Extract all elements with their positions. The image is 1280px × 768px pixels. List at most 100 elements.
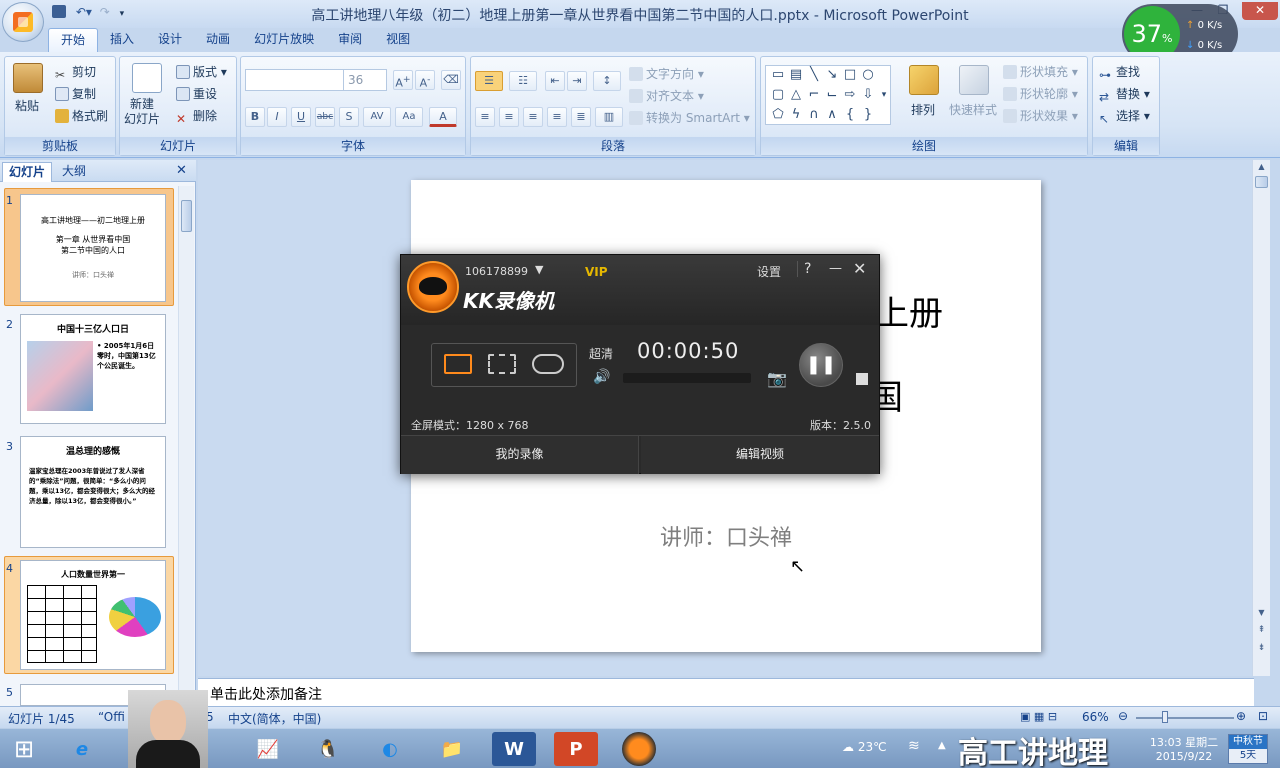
char-spacing-button[interactable]: AV — [363, 107, 391, 127]
slide-thumbnail-4[interactable]: 人口数量世界第一 — [20, 560, 166, 670]
kk-recorder-taskbar-icon[interactable] — [622, 732, 656, 766]
down-arrow-shape-icon[interactable]: ⇩ — [860, 88, 876, 102]
tab-view[interactable]: 视图 — [374, 28, 422, 52]
pentagon-shape-icon[interactable]: ⬠ — [770, 108, 786, 122]
tab-home[interactable]: 开始 — [48, 28, 99, 52]
align-text-button[interactable]: 对齐文本 ▾ — [629, 87, 704, 104]
office-button[interactable] — [2, 2, 44, 42]
oval-shape-icon[interactable]: ○ — [860, 68, 876, 82]
text-direction-button[interactable]: 文字方向 ▾ — [629, 65, 704, 82]
italic-button[interactable]: I — [267, 107, 287, 127]
align-left-button[interactable]: ≡ — [475, 107, 495, 127]
elbow-arrow-icon[interactable]: ⌙ — [824, 88, 840, 102]
textbox-shape-icon[interactable]: ▭ — [770, 68, 786, 82]
shape-effects-button[interactable]: 形状效果 ▾ — [1003, 107, 1078, 124]
replace-button[interactable]: ⇄ 替换 ▾ — [1099, 85, 1150, 104]
font-name-box[interactable] — [245, 69, 345, 91]
paste-button[interactable]: 粘贴 — [15, 97, 39, 114]
start-windows-icon[interactable]: ⊞ — [10, 736, 38, 762]
shapes-gallery[interactable]: ▭ ▤ ╲ ↘ □ ○ ▢ △ ⌐ ⌙ ⇨ ⇩ ⬠ ϟ ∩ ∧ { } ▾ — [765, 65, 891, 125]
calendar-badge[interactable]: 中秋节 5天 — [1228, 734, 1268, 764]
kk-settings-button[interactable]: 设置 — [757, 263, 781, 280]
kk-volume-bar[interactable] — [623, 373, 751, 383]
distribute-button[interactable]: ≣ — [571, 107, 591, 127]
strikethrough-button[interactable]: abc — [315, 107, 335, 127]
select-button[interactable]: ↖ 选择 ▾ — [1099, 107, 1150, 126]
rectangle-shape-icon[interactable]: □ — [842, 68, 858, 82]
numbering-button[interactable]: ☷ — [509, 71, 537, 91]
convert-smartart-button[interactable]: 转换为 SmartArt ▾ — [629, 109, 750, 126]
word-icon[interactable]: W — [492, 732, 536, 766]
notes-pane[interactable]: 单击此处添加备注 — [198, 678, 1254, 706]
zoom-slider-track[interactable] — [1136, 717, 1234, 719]
zoom-slider-handle[interactable] — [1162, 711, 1168, 723]
new-slide-button[interactable]: 新建 幻灯片 — [124, 97, 160, 127]
shrink-font-button[interactable]: A- — [415, 70, 435, 90]
zoom-out-icon[interactable]: ⊖ — [1118, 709, 1128, 723]
font-size-box[interactable]: 36 — [343, 69, 387, 91]
kk-help-button[interactable]: ? — [797, 261, 811, 277]
increase-indent-button[interactable]: ⇥ — [567, 71, 587, 91]
performance-monitor-icon[interactable]: 📈 — [246, 732, 290, 766]
tab-outline-pane[interactable]: 大纲 — [56, 162, 92, 182]
columns-button[interactable]: ▥ — [595, 107, 623, 127]
kk-pause-button[interactable]: ❚❚ — [799, 343, 843, 387]
vertical-textbox-shape-icon[interactable]: ▤ — [788, 68, 804, 82]
grow-font-button[interactable]: A+ — [393, 70, 413, 90]
language-indicator[interactable]: 中文(简体，中国) — [228, 710, 321, 727]
browser-icon[interactable]: ◐ — [368, 732, 412, 766]
tab-review[interactable]: 审阅 — [326, 28, 374, 52]
normal-view-icon[interactable]: ▣ — [1020, 710, 1030, 723]
underline-button[interactable]: U — [291, 107, 311, 127]
lightning-shape-icon[interactable]: ϟ — [788, 108, 804, 122]
line-spacing-button[interactable]: ↕ — [593, 71, 621, 91]
kk-account-dropdown-icon[interactable]: ▼ — [535, 263, 543, 276]
game-mode-icon[interactable] — [532, 354, 564, 374]
show-hidden-icons[interactable]: ▲ — [938, 740, 946, 751]
ie-icon[interactable]: e — [60, 732, 104, 766]
fit-slide-icon[interactable]: ⊡ — [1258, 709, 1268, 723]
scroll-up-icon[interactable]: ▲ — [1254, 162, 1269, 174]
tab-slides-pane[interactable]: 幻灯片 — [2, 162, 53, 182]
shadow-button[interactable]: S — [339, 107, 359, 127]
fullscreen-mode-icon[interactable] — [444, 354, 472, 374]
bullets-button[interactable]: ☰ — [475, 71, 503, 91]
line-shape-icon[interactable]: ╲ — [806, 68, 822, 82]
slide-thumbnail-2[interactable]: 中国十三亿人口日 • 2005年1月6日零时，中国第13亿个公民诞生。 — [20, 314, 166, 424]
thumbnails-scrollbar[interactable] — [178, 186, 194, 706]
kk-close-button[interactable]: ✕ — [853, 259, 866, 278]
shape-fill-button[interactable]: 形状填充 ▾ — [1003, 63, 1078, 80]
slide-lecturer[interactable]: 讲师：口头禅 — [411, 520, 1041, 552]
tab-insert[interactable]: 插入 — [98, 28, 146, 52]
kk-stop-button[interactable] — [856, 373, 868, 385]
thumbnails-scroll-thumb[interactable] — [181, 200, 192, 232]
freeform-shape-icon[interactable]: ∧ — [824, 108, 840, 122]
triangle-shape-icon[interactable]: △ — [788, 88, 804, 102]
slideshow-view-icon[interactable]: ⊟ — [1048, 710, 1057, 723]
justify-button[interactable]: ≡ — [547, 107, 567, 127]
arrow-shape-icon[interactable]: ↘ — [824, 68, 840, 82]
tab-animations[interactable]: 动画 — [194, 28, 242, 52]
elbow-connector-icon[interactable]: ⌐ — [806, 88, 822, 102]
arrange-button[interactable]: 排列 — [911, 101, 935, 118]
delete-button[interactable]: ✕ 删除 — [176, 107, 217, 126]
format-painter-button[interactable]: 格式刷 — [55, 107, 108, 124]
weather-widget[interactable]: ☁ 23℃ — [842, 740, 887, 754]
kk-volume-icon[interactable]: 🔊 — [593, 369, 610, 385]
curve-shape-icon[interactable]: ∩ — [806, 108, 822, 122]
clock[interactable]: 13:03 星期二 2015/9/22 — [1146, 734, 1222, 763]
zoom-level[interactable]: 66% — [1082, 710, 1109, 724]
close-button[interactable]: ✕ — [1242, 2, 1278, 20]
previous-slide-icon[interactable]: ⇞ — [1254, 626, 1269, 635]
slide-thumbnail-3[interactable]: 温总理的感慨 温家宝总理在2003年曾说过了发人深省的“乘除法”问题，很简单：“… — [20, 436, 166, 548]
rounded-rect-shape-icon[interactable]: ▢ — [770, 88, 786, 102]
cut-button[interactable]: ✂ 剪切 — [55, 63, 96, 82]
slide-scrollbar[interactable]: ▲ ▼ ⇞ ⇟ — [1252, 160, 1270, 676]
edit-video-button[interactable]: 编辑视频 — [641, 436, 879, 474]
my-recordings-button[interactable]: 我的录像 — [401, 436, 639, 474]
kk-vip-badge[interactable]: VIP — [585, 265, 608, 279]
scroll-down-icon[interactable]: ▼ — [1254, 608, 1269, 617]
right-arrow-shape-icon[interactable]: ⇨ — [842, 88, 858, 102]
font-color-button[interactable]: A — [429, 107, 457, 127]
change-case-button[interactable]: Aa — [395, 107, 423, 127]
